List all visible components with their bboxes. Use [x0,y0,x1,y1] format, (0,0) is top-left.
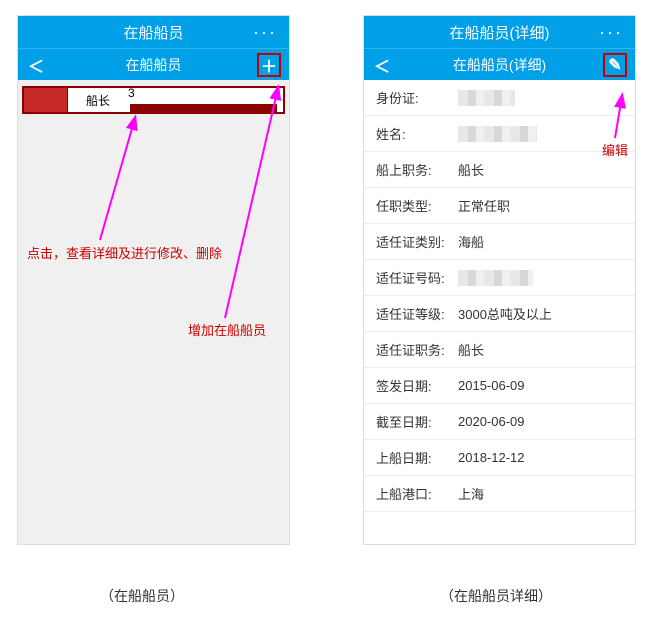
detail-row: 适任证号码: [364,260,635,296]
annotation-add-crew: 增加在船船员 [188,320,266,339]
detail-row: 任职类型:正常任职 [364,188,635,224]
field-value: 正常任职 [458,196,623,215]
crew-id-number: 3 [128,86,283,114]
field-label: 船上职务: [376,160,458,179]
more-icon[interactable]: ··· [253,16,277,48]
page-title: 在船船员 [123,22,183,43]
field-value: 上海 [458,484,623,503]
header-sub: ＜ 在船船员(详细) ✎ [364,48,635,80]
detail-fields-list: 身份证:姓名:船上职务:船长任职类型:正常任职适任证类别:海船适任证号码:适任证… [364,80,635,512]
detail-row: 签发日期:2015-06-09 [364,368,635,404]
field-label: 适任证类别: [376,232,458,251]
header-top: 在船船员 ··· [18,16,289,48]
header-sub: ＜ 在船船员 ＋ [18,48,289,80]
field-label: 签发日期: [376,376,458,395]
crew-list-row[interactable]: 船长 3 [22,86,285,114]
field-value: 海船 [458,232,623,251]
field-label: 适任证职务: [376,340,458,359]
field-value: 2020-06-09 [458,414,623,429]
field-label: 任职类型: [376,196,458,215]
detail-row: 截至日期:2020-06-09 [364,404,635,440]
detail-row: 上船港口:上海 [364,476,635,512]
field-value: 2015-06-09 [458,378,623,393]
phone-mock-crew-list: 在船船员 ··· ＜ 在船船员 ＋ 船长 3 [17,15,290,545]
field-value: 船长 [458,160,623,179]
field-label: 适任证等级: [376,304,458,323]
phone-mock-crew-detail: 在船船员(详细) ··· ＜ 在船船员(详细) ✎ 身份证:姓名:船上职务:船长… [363,15,636,545]
field-label: 身份证: [376,88,458,107]
detail-row: 适任证等级:3000总吨及以上 [364,296,635,332]
detail-row: 适任证职务:船长 [364,332,635,368]
field-value: 3000总吨及以上 [458,304,623,323]
field-label: 上船港口: [376,484,458,503]
crew-role: 船长 [68,92,128,109]
annotation-view-edit: 点击，查看详细及进行修改、删除 [27,243,222,262]
row-tag-icon [24,88,68,112]
field-label: 姓名: [376,124,458,143]
field-value [458,126,623,142]
more-icon[interactable]: ··· [599,16,623,48]
field-label: 上船日期: [376,448,458,467]
detail-row: 上船日期:2018-12-12 [364,440,635,476]
edit-button[interactable]: ✎ [603,53,627,77]
header-top: 在船船员(详细) ··· [364,16,635,48]
field-label: 适任证号码: [376,268,458,287]
subpage-title: 在船船员(详细) [453,55,546,75]
subpage-title: 在船船员 [126,55,182,75]
back-icon[interactable]: ＜ [28,49,44,81]
caption-left: （在船船员） [100,586,184,606]
field-value: 船长 [458,340,623,359]
add-crew-button[interactable]: ＋ [257,53,281,77]
detail-row: 适任证类别:海船 [364,224,635,260]
page-title: 在船船员(详细) [450,22,550,43]
field-value [458,270,623,286]
caption-right: （在船船员详细） [440,586,552,606]
field-label: 截至日期: [376,412,458,431]
detail-row: 船上职务:船长 [364,152,635,188]
back-icon[interactable]: ＜ [374,49,390,81]
annotation-edit: 编辑 [602,140,628,159]
detail-row: 身份证: [364,80,635,116]
field-value [458,90,623,106]
detail-row: 姓名: [364,116,635,152]
field-value: 2018-12-12 [458,450,623,465]
